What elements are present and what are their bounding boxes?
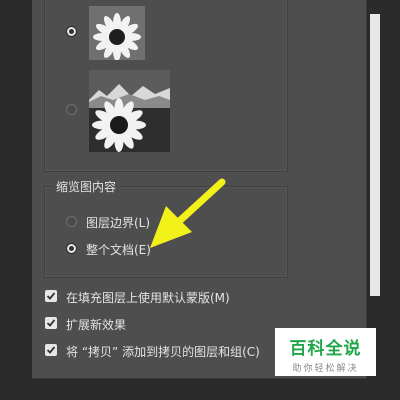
default-mask-checkbox[interactable] — [45, 290, 57, 302]
add-copy-label[interactable]: 将 “拷贝” 添加到拷贝的图层和组(C) — [66, 343, 260, 360]
watermark-subtitle: 助你轻松解决 — [292, 364, 359, 374]
watermark-title: 百科全说 — [289, 339, 362, 359]
checkmark-icon — [46, 346, 56, 354]
checkmark-icon — [46, 292, 56, 300]
thumbnail-large-preview[interactable] — [89, 70, 170, 152]
thumbnail-small-preview[interactable] — [89, 6, 145, 60]
arrow-annotation-icon — [150, 178, 226, 248]
layer-bounds-radio[interactable] — [66, 216, 77, 227]
expand-effects-checkbox[interactable] — [45, 317, 57, 329]
entire-document-radio[interactable] — [66, 243, 77, 254]
watermark-logo: 百科全说 助你轻松解决 — [275, 328, 376, 376]
add-copy-checkbox[interactable] — [45, 344, 57, 356]
expand-effects-label[interactable]: 扩展新效果 — [66, 316, 126, 333]
thumbnail-large-radio[interactable] — [66, 104, 77, 115]
checkmark-icon — [46, 319, 56, 327]
default-mask-label[interactable]: 在填充图层上使用默认蒙版(M) — [66, 289, 230, 306]
scrollbar[interactable] — [370, 14, 380, 296]
thumbnail-content-title: 缩览图内容 — [52, 178, 121, 195]
thumbnail-small-radio[interactable] — [66, 26, 77, 37]
